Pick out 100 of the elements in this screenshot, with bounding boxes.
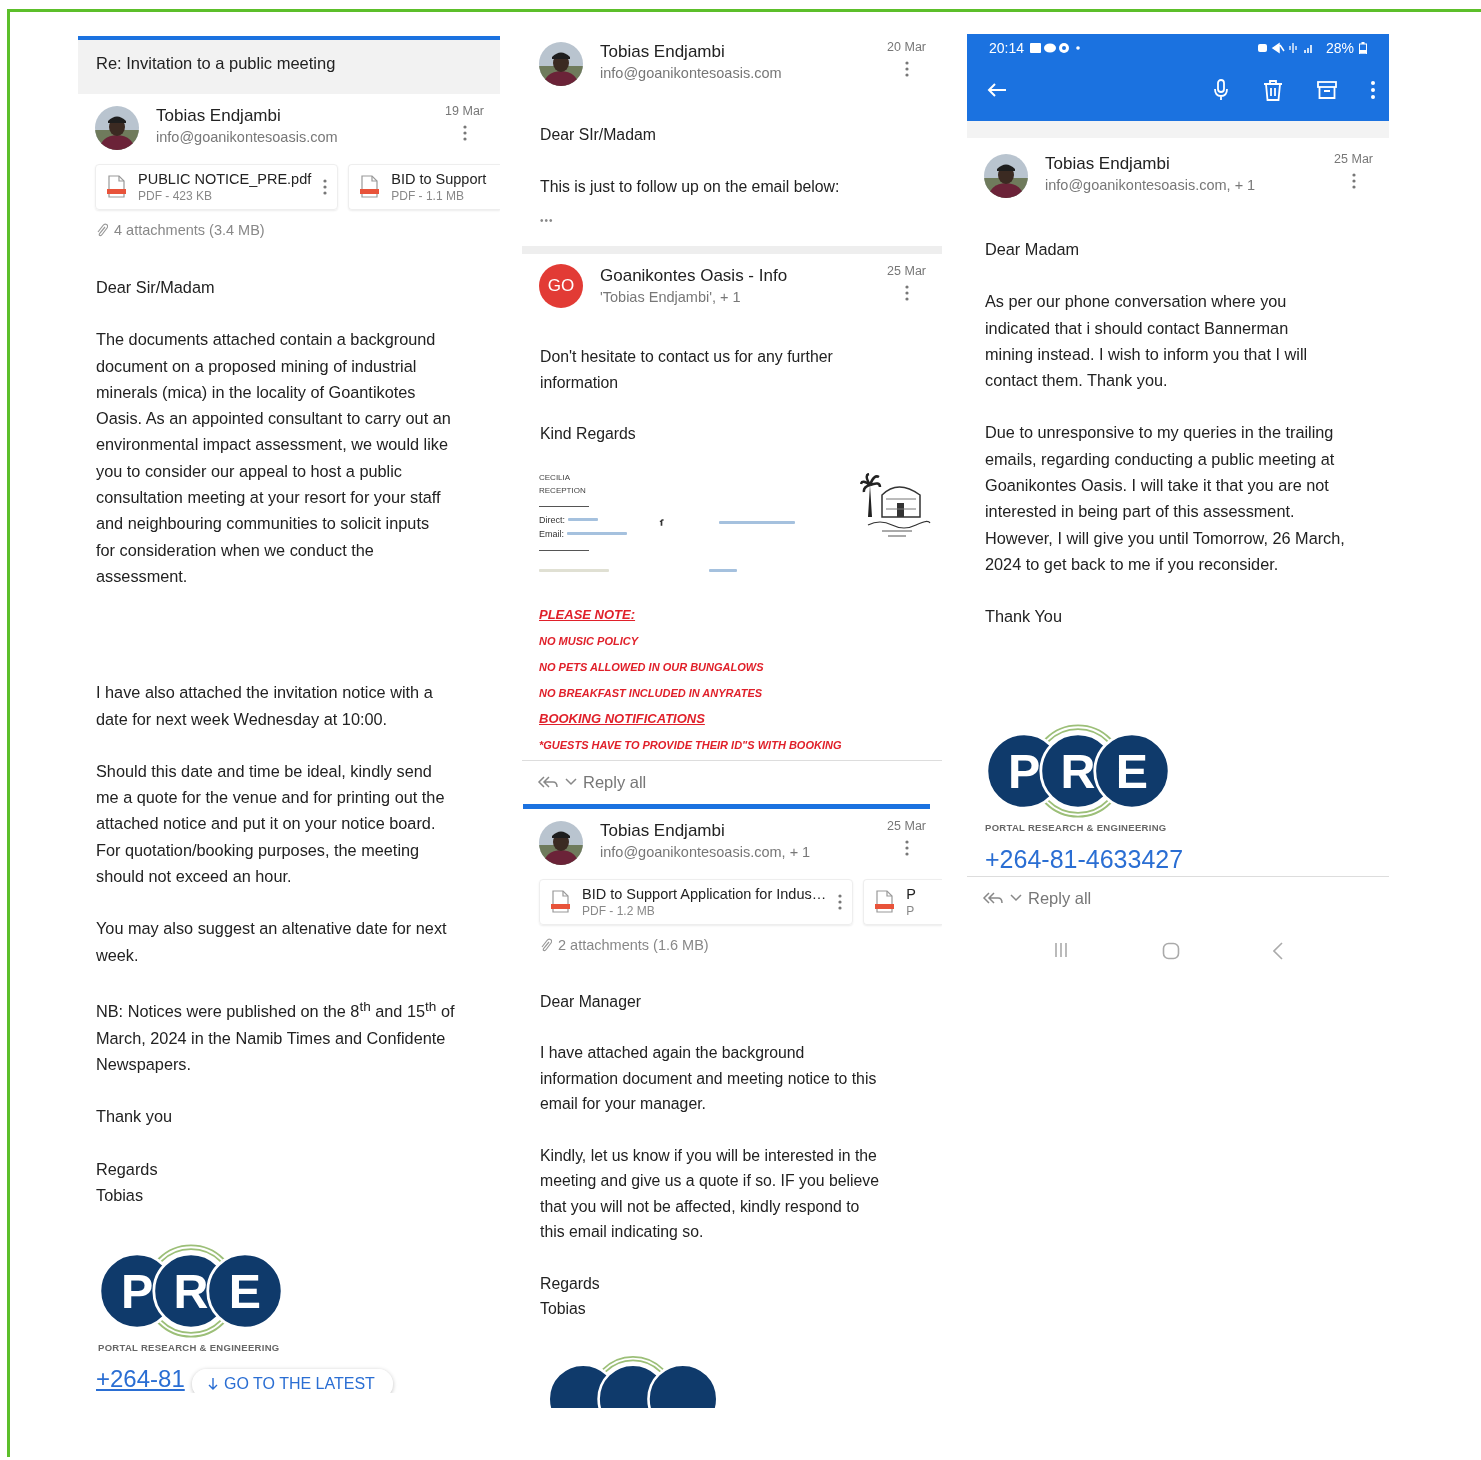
arrow-down-icon <box>208 1377 218 1392</box>
reply-all-icon[interactable] <box>537 775 559 789</box>
pdf-file-icon <box>106 175 126 199</box>
sender-name: Tobias Endjambi <box>156 106 282 126</box>
attachment-card[interactable]: BID to Support PDF - 1.1 MB <box>348 164 500 210</box>
go-to-latest-button[interactable]: GO TO THE LATEST <box>192 1369 393 1394</box>
message-date: 20 Mar <box>887 40 926 54</box>
attachments-summary[interactable]: 2 attachments (1.6 MB) <box>558 936 709 953</box>
facebook-icon[interactable] <box>659 518 664 527</box>
reply-all-icon[interactable] <box>982 891 1004 906</box>
reply-all-button[interactable]: Reply all <box>1028 888 1092 908</box>
show-quoted-button[interactable]: ••• <box>540 215 554 226</box>
avatar <box>539 820 583 865</box>
body-paragraph: I have also attached the invitation notice with a date for next week Wednesday at 10:00. <box>95 682 434 730</box>
back-arrow-icon[interactable] <box>987 82 1007 98</box>
sender-name: Tobias Endjambi <box>600 820 726 841</box>
reply-all-button[interactable]: Reply all <box>583 772 647 792</box>
more-icon[interactable] <box>904 285 909 301</box>
recipient-address: 'Tobias Endjambi', + 1 <box>600 289 742 305</box>
back-icon[interactable] <box>1272 941 1283 960</box>
more-icon[interactable] <box>323 179 328 195</box>
sender-name: Goanikontes Oasis - Info <box>600 266 789 286</box>
body-paragraph: As per our phone conversation where you indicated that i should contact Bannerman mining instead. I wish to inform you that I will contact them. Thank you. <box>984 291 1309 392</box>
pdf-file-icon <box>359 175 380 199</box>
message-date: 25 Mar <box>1334 152 1373 166</box>
body-paragraph: Kindly, let us know if you will be interested in the meeting and give us a quote if so. IF you believe that you will not be affected, kindly respond to this email indicating so. <box>539 1145 880 1242</box>
phone-link[interactable]: +264-81 <box>96 1365 185 1394</box>
attachment-card[interactable]: P P <box>863 878 942 925</box>
more-icon[interactable] <box>904 61 909 77</box>
avatar <box>539 42 583 86</box>
file-name: PUBLIC NOTICE_PRE.pdf <box>138 171 312 187</box>
microphone-icon[interactable] <box>1213 79 1229 101</box>
message-date: 25 Mar <box>887 818 926 833</box>
file-size: P <box>906 903 916 918</box>
sender-name: Tobias Endjambi <box>600 42 726 62</box>
more-icon[interactable] <box>904 839 909 856</box>
body-paragraph: Regards Tobias <box>539 1273 601 1319</box>
company-tagline: PORTAL RESEARCH & ENGINEERING <box>985 821 1167 833</box>
attachment-card[interactable]: BID to Support Application for Indus… PDF - 1.2 MB <box>539 878 854 925</box>
notice-item: NO PETS ALLOWED IN OUR BUNGALOWS <box>539 659 765 675</box>
blurred-address <box>539 568 609 572</box>
chevron-down-icon[interactable] <box>565 778 577 786</box>
status-time: 20:14 <box>989 40 1025 56</box>
body-paragraph: You may also suggest an altenative date for next week. <box>95 918 448 966</box>
body-paragraph: Should this date and time be ideal, kindly send me a quote for the venue and for printing out the attached notice and put it on your notice board. For quotation/booking purposes, the meeting should not exceed an hour. <box>95 760 446 888</box>
attachments-summary[interactable]: 4 attachments (3.4 MB) <box>114 222 265 238</box>
body-paragraph: Due to unresponsive to my queries in the trailing emails, regarding conducting a public meeting at Goanikontes Oasis. I will take it that you are not interested in being part of this assessment. However, I will give you until Tomorrow, 26 March, 2024 to get back to me if you reconsider. <box>984 422 1346 575</box>
message-date: 25 Mar <box>887 264 926 278</box>
avatar <box>95 106 139 150</box>
recipient-address: info@goanikontesoasis.com <box>600 65 783 81</box>
signature-name: CECILIA <box>539 472 572 482</box>
body-paragraph: I have attached again the background information document and meeting notice to this email for your manager. <box>539 1043 878 1114</box>
battery-icon <box>1359 42 1367 54</box>
pdf-file-icon <box>874 889 895 914</box>
body-paragraph: The documents attached contain a background document on a proposed mining of industrial minerals (mica) in the locality of Goantikotes Oasis. As an appointed consultant to carry out an environmental impact assessment, we would like you to consider our appeal to host a public consultation meeting at your resort for your staff and neighbouring communities to solicit inputs for consideration when we conduct the assessment. <box>95 329 452 587</box>
body-paragraph: NB: Notices were published on the 8$^{th}$ and 15$^{th}$ of March, 2024 in the Namib Times and Confidente Newspapers. <box>95 997 456 1075</box>
more-icon[interactable] <box>1371 81 1375 99</box>
trash-icon[interactable] <box>1263 79 1283 101</box>
more-icon[interactable] <box>462 125 467 141</box>
attachment-card[interactable]: PUBLIC NOTICE_PRE.pdf PDF - 423 KB <box>95 164 339 210</box>
recipient-address: info@goanikontesoasis.com, + 1 <box>600 843 812 860</box>
phone-link[interactable]: +264-81-4633427 <box>985 844 1184 874</box>
notice-item: *GUESTS HAVE TO PROVIDE THEIR ID"S WITH BOOKING <box>539 737 843 753</box>
file-name: BID to Support <box>391 171 487 187</box>
body-paragraph: Thank You <box>984 606 1063 628</box>
paperclip-icon <box>540 937 552 952</box>
email-label: Email: <box>539 528 564 539</box>
body-paragraph: Thank you <box>95 1106 174 1128</box>
body-paragraph: Dear Sir/Madam <box>95 277 216 298</box>
body-paragraph: Regards Tobias <box>95 1158 159 1206</box>
paperclip-icon <box>96 223 108 237</box>
signature-role: RECEPTION <box>539 485 587 495</box>
company-tagline: PORTAL RESEARCH & ENGINEERING <box>98 1342 280 1354</box>
notice-item: NO MUSIC POLICY <box>539 633 640 649</box>
file-size: PDF - 1.2 MB <box>582 903 656 918</box>
more-icon[interactable] <box>1351 173 1356 189</box>
body-paragraph: Dear Madam <box>984 239 1081 260</box>
recipient-address: info@goanikontesoasis.com, + 1 <box>1045 177 1257 193</box>
file-name: BID to Support Application for Indus… <box>582 885 827 902</box>
file-size: PDF - 423 KB <box>138 189 214 203</box>
recipient-address: info@goanikontesoasis.com <box>156 129 339 145</box>
home-icon[interactable] <box>1162 941 1180 960</box>
chevron-down-icon[interactable] <box>1010 894 1022 903</box>
company-logo: P R E <box>985 723 1171 818</box>
subject-header: Re: Invitation to a public meeting <box>78 36 500 94</box>
more-icon[interactable] <box>838 893 843 910</box>
archive-icon[interactable] <box>1317 80 1337 100</box>
body-paragraph: Don't hesitate to contact us for any further information <box>539 347 834 393</box>
avatar <box>984 154 1028 198</box>
company-logo: P R E <box>98 1244 284 1339</box>
notice-heading: PLEASE NOTE: <box>539 605 637 624</box>
initials-avatar: GO <box>539 264 583 308</box>
battery-percent: 28% <box>1325 40 1354 56</box>
notice-item: NO BREAKFAST INCLUDED IN ANYRATES <box>539 685 764 701</box>
body-paragraph: This is just to follow up on the email below: <box>539 176 841 197</box>
notice-heading: BOOKING NOTIFICATIONS <box>539 709 706 728</box>
body-paragraph: Kind Regards <box>539 424 637 444</box>
body-paragraph: Dear Manager <box>539 991 642 1012</box>
sender-name: Tobias Endjambi <box>1045 154 1171 174</box>
pdf-file-icon <box>550 889 570 914</box>
